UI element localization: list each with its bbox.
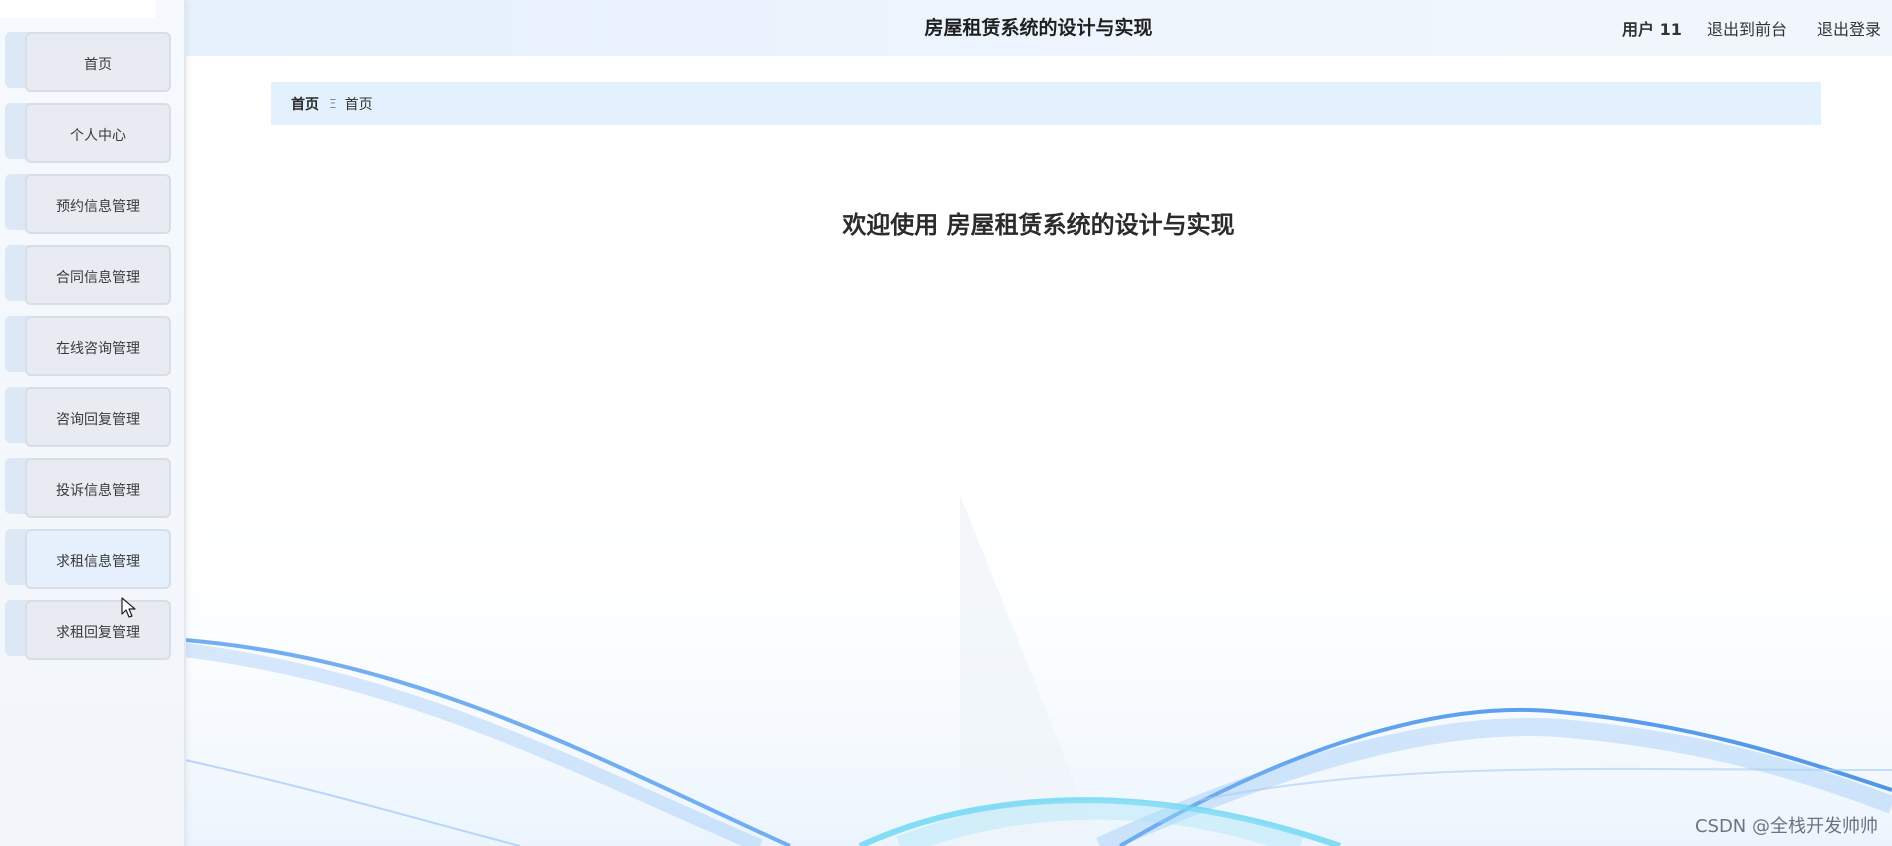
breadcrumb: 首页 Ξ 首页 xyxy=(271,82,1821,125)
sidebar-item-consult-reply-management[interactable]: 咨询回复管理 xyxy=(5,387,171,447)
welcome-heading: 欢迎使用 房屋租赁系统的设计与实现 xyxy=(842,211,1235,239)
sidebar-item-personal-center[interactable]: 个人中心 xyxy=(5,103,171,163)
sidebar-item-rent-reply-management[interactable]: 求租回复管理 xyxy=(5,600,171,660)
sidebar-item-label: 咨询回复管理 xyxy=(25,387,171,447)
sidebar-item-contract-management[interactable]: 合同信息管理 xyxy=(5,245,171,305)
back-to-front-link[interactable]: 退出到前台 xyxy=(1707,16,1787,40)
breadcrumb-home[interactable]: 首页 xyxy=(291,94,319,114)
sidebar-item-label: 预约信息管理 xyxy=(25,174,171,234)
current-user: 用户 11 xyxy=(1622,20,1682,39)
sidebar-item-label: 首页 xyxy=(25,32,171,92)
breadcrumb-current: 首页 xyxy=(344,96,373,113)
sidebar-item-rent-request-management[interactable]: 求租信息管理 xyxy=(5,529,171,589)
sidebar-top-strip xyxy=(0,0,155,18)
watermark: CSDN @全栈开发帅帅 xyxy=(1694,816,1878,837)
sidebar-item-label: 在线咨询管理 xyxy=(25,316,171,376)
app-root: 首页 个人中心 预约信息管理 合同信息管理 在线咨询管理 咨询回复管理 投诉信息… xyxy=(0,0,1892,846)
sidebar: 首页 个人中心 预约信息管理 合同信息管理 在线咨询管理 咨询回复管理 投诉信息… xyxy=(0,0,186,846)
sidebar-item-label: 合同信息管理 xyxy=(25,245,171,305)
sidebar-item-complaint-management[interactable]: 投诉信息管理 xyxy=(5,458,171,518)
sidebar-item-label: 个人中心 xyxy=(25,103,171,163)
background-waves xyxy=(184,480,1892,846)
sidebar-item-appointment-management[interactable]: 预约信息管理 xyxy=(5,174,171,234)
sidebar-item-home[interactable]: 首页 xyxy=(5,32,171,92)
top-header: 房屋租赁系统的设计与实现 用户 11 退出到前台 退出登录 xyxy=(185,0,1892,56)
sidebar-item-online-consult-management[interactable]: 在线咨询管理 xyxy=(5,316,171,376)
sidebar-item-label: 求租回复管理 xyxy=(25,600,171,660)
sidebar-item-label: 投诉信息管理 xyxy=(25,458,171,518)
breadcrumb-separator-icon: Ξ xyxy=(329,96,337,111)
sidebar-menu: 首页 个人中心 预约信息管理 合同信息管理 在线咨询管理 咨询回复管理 投诉信息… xyxy=(5,32,171,671)
sidebar-item-label: 求租信息管理 xyxy=(25,529,171,589)
logout-link[interactable]: 退出登录 xyxy=(1817,16,1881,40)
mouse-cursor-icon xyxy=(121,597,136,618)
